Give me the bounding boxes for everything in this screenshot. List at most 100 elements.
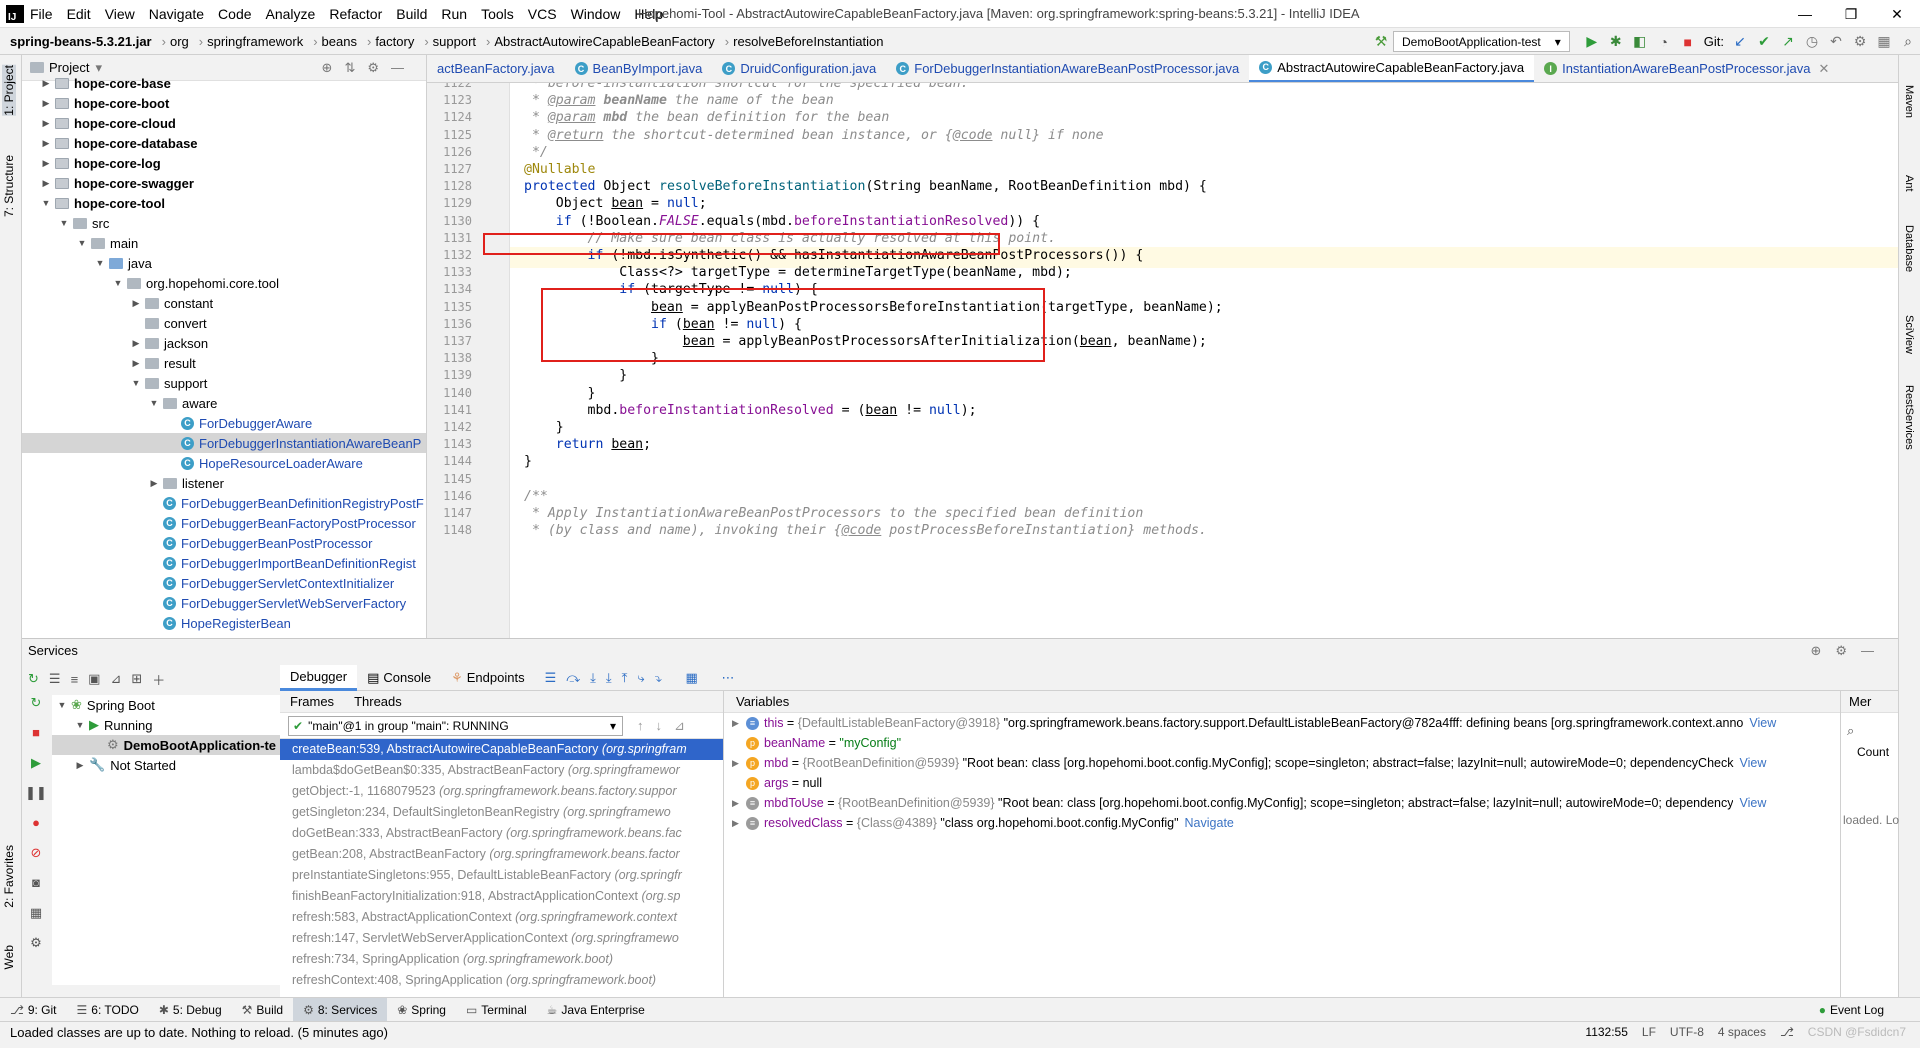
tree-toggle-icon[interactable]: ▶	[40, 118, 52, 129]
project-tree-item[interactable]: ▶ hope-core-database	[22, 133, 426, 153]
run-icon[interactable]: ▶	[1582, 32, 1602, 52]
project-tree-item[interactable]: C ForDebuggerServletWebServerFactory	[22, 593, 426, 613]
editor-tab[interactable]: I InstantiationAwareBeanPostProcessor.jav…	[1534, 55, 1839, 82]
breadcrumb-item[interactable]: beans	[322, 34, 357, 49]
menu-item-edit[interactable]: Edit	[67, 6, 91, 22]
expand-icon[interactable]: ▶	[732, 713, 746, 733]
tab-console[interactable]: ▤ Console	[357, 665, 441, 691]
search-icon[interactable]: ⌕	[1898, 32, 1918, 52]
project-tree-item[interactable]: convert	[22, 313, 426, 333]
code-line[interactable]: @Nullable	[524, 161, 595, 178]
editor-tab[interactable]: C BeanByImport.java	[565, 55, 713, 82]
breadcrumb-item[interactable]: springframework	[207, 34, 303, 49]
tree-toggle-icon[interactable]: ▶	[40, 138, 52, 149]
close-icon[interactable]: ✕	[1874, 0, 1920, 28]
project-tree-item[interactable]: ▶ constant	[22, 293, 426, 313]
stack-frame[interactable]: getObject:-1, 1168079523 (org.springfram…	[280, 781, 723, 802]
project-tree-item[interactable]: ▼ hope-core-tool	[22, 193, 426, 213]
menu-item-navigate[interactable]: Navigate	[149, 6, 204, 22]
menu-item-run[interactable]: Run	[441, 6, 467, 22]
tool-tab-sciview[interactable]: SciView	[1903, 315, 1915, 354]
tool-tab-project[interactable]: 1: Project	[2, 65, 16, 116]
bottom-tab[interactable]: ▭ Terminal	[456, 998, 537, 1022]
project-tree-item[interactable]: ▼ support	[22, 373, 426, 393]
panel-options-icon[interactable]: ⊕⚙—	[1810, 643, 1888, 659]
service-tree-item[interactable]: ▼ ❀ Spring Boot	[52, 695, 302, 715]
frame-nav-icon[interactable]: ↑↓⊿	[637, 718, 697, 734]
code-line[interactable]: * @param beanName the name of the bean	[524, 92, 834, 109]
tool-tab-database[interactable]: Database	[1903, 225, 1915, 272]
variable-link[interactable]: View	[1740, 753, 1767, 773]
new-tab-icon[interactable]: ⊞	[131, 671, 142, 687]
editor-tab[interactable]: C DruidConfiguration.java	[712, 55, 886, 82]
project-tree-item[interactable]: ▼ java	[22, 253, 426, 273]
tree-toggle-icon[interactable]: ▼	[112, 278, 124, 288]
restore-icon[interactable]: ❐	[1828, 0, 1874, 28]
tree-toggle-icon[interactable]: ▼	[40, 198, 52, 208]
project-tree-item[interactable]: C HopeRegisterBean	[22, 613, 426, 633]
tab-endpoints[interactable]: ⚘ Endpoints	[441, 665, 534, 691]
resume-icon[interactable]: ▶	[22, 755, 50, 785]
project-tree-item[interactable]: C ForDebuggerImportBeanDefinitionRegist	[22, 553, 426, 573]
project-tree-item[interactable]: ▶ hope-core-cloud	[22, 113, 426, 133]
breadcrumb-item[interactable]: AbstractAutowireCapableBeanFactory	[494, 34, 714, 49]
view-breakpoints-icon[interactable]: ●	[22, 815, 50, 845]
project-tree-item[interactable]: ▶ result	[22, 353, 426, 373]
event-log-button[interactable]: ● Event Log	[1819, 1003, 1884, 1017]
bottom-tab[interactable]: ✱ 5: Debug	[149, 998, 232, 1022]
project-tree-item[interactable]: ▼ aware	[22, 393, 426, 413]
coverage-icon[interactable]: ◧	[1630, 32, 1650, 52]
menu-item-vcs[interactable]: VCS	[528, 6, 557, 22]
code-line[interactable]: * @param mbd the bean definition for the…	[524, 109, 889, 126]
build-hammer-icon[interactable]: ⚒	[1371, 32, 1391, 52]
branch-icon[interactable]: ⎇	[1780, 1025, 1794, 1039]
tool-tab-favorites[interactable]: 2: Favorites	[2, 845, 16, 908]
variable-link[interactable]: View	[1749, 713, 1776, 733]
project-tree-item[interactable]: ▶ listener	[22, 473, 426, 493]
debug-icon[interactable]: ✱	[1606, 32, 1626, 52]
code-line[interactable]: if (!Boolean.FALSE.equals(mbd.beforeInst…	[524, 213, 1040, 230]
stack-frame[interactable]: preInstantiateSingletons:955, DefaultLis…	[280, 865, 723, 886]
mute-breakpoints-icon[interactable]: ⊘	[22, 845, 50, 875]
code-line[interactable]: }	[524, 453, 532, 470]
breadcrumb-item[interactable]: org	[170, 34, 189, 49]
stack-frame[interactable]: doGetBean:333, AbstractBeanFactory (org.…	[280, 823, 723, 844]
tree-toggle-icon[interactable]: ▼	[94, 258, 106, 268]
close-tab-icon[interactable]: ✕	[1818, 61, 1829, 77]
project-panel-title[interactable]: Project	[49, 60, 89, 75]
editor-tab[interactable]: actBeanFactory.java	[427, 55, 565, 82]
step-controls[interactable]: ☰⤼⤓⤓⤒⤷⤵ ▦ ⋯	[535, 665, 755, 691]
project-tree-item[interactable]: C ForDebuggerServletContextInitializer	[22, 573, 426, 593]
variable-row[interactable]: ▶ p mbd = {RootBeanDefinition@5939} "Root …	[724, 753, 1840, 773]
file-encoding[interactable]: UTF-8	[1670, 1025, 1704, 1039]
bottom-tab[interactable]: ☰ 6: TODO	[67, 998, 149, 1022]
code-line[interactable]: return bean;	[524, 436, 651, 453]
thread-dropdown[interactable]: ✔ "main"@1 in group "main": RUNNING ▾	[288, 715, 623, 736]
stack-frame[interactable]: refresh:147, ServletWebServerApplication…	[280, 928, 723, 949]
code-line[interactable]: Class<?> targetType = determineTargetTyp…	[524, 264, 1072, 281]
breadcrumb-item[interactable]: support	[433, 34, 476, 49]
stack-frame[interactable]: finishBeanFactoryInitialization:918, Abs…	[280, 886, 723, 907]
caret-position[interactable]: 1132:55	[1585, 1025, 1628, 1039]
expand-icon[interactable]: ▶	[732, 753, 746, 773]
tool-tab-ant[interactable]: Ant	[1903, 175, 1915, 192]
variable-row[interactable]: ▶ ≡ mbdToUse = {RootBeanDefinition@5939} "…	[724, 793, 1840, 813]
project-tree-item[interactable]: ▼ src	[22, 213, 426, 233]
bottom-tab[interactable]: ⚙ 8: Services	[293, 997, 388, 1022]
stack-frame[interactable]: refresh:734, SpringApplication (org.spri…	[280, 949, 723, 970]
tree-toggle-icon[interactable]: ▼	[148, 398, 160, 408]
breadcrumb-item[interactable]: resolveBeforeInstantiation	[733, 34, 883, 49]
code-line[interactable]: Object bean = null;	[524, 195, 707, 212]
breadcrumb-item[interactable]: factory	[375, 34, 414, 49]
tree-toggle-icon[interactable]: ▼	[130, 378, 142, 388]
tree-toggle-icon[interactable]: ▶	[40, 178, 52, 189]
tree-toggle-icon[interactable]: ▶	[40, 78, 52, 89]
editor-tab[interactable]: C AbstractAutowireCapableBeanFactory.java	[1249, 55, 1535, 82]
bottom-tab[interactable]: ⎇ 9: Git	[0, 998, 67, 1022]
memory-count-header[interactable]: Count	[1857, 745, 1898, 759]
tree-toggle-icon[interactable]: ▶	[148, 478, 160, 489]
line-separator[interactable]: LF	[1642, 1025, 1656, 1039]
code-line[interactable]: protected Object resolveBeforeInstantiat…	[524, 178, 1207, 195]
code-line[interactable]: * @return the shortcut-determined bean i…	[524, 127, 1104, 144]
tree-toggle-icon[interactable]: ▼	[76, 238, 88, 248]
